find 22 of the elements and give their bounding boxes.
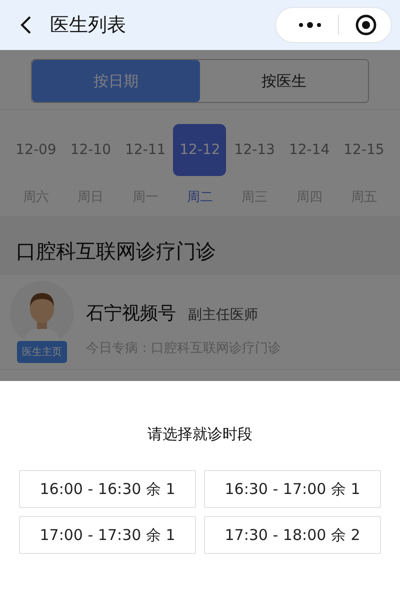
- time-slot-button[interactable]: 17:00 - 17:30 余 1: [19, 516, 196, 554]
- time-slot-button[interactable]: 16:00 - 16:30 余 1: [19, 470, 196, 508]
- doctor-title: 副主任医师: [188, 306, 258, 324]
- view-tab[interactable]: 按日期: [32, 60, 200, 102]
- page-title: 医生列表: [50, 13, 127, 38]
- time-slot-button[interactable]: 17:30 - 18:00 余 2: [204, 516, 381, 554]
- date-tab[interactable]: 12-09: [10, 124, 62, 176]
- date-tab[interactable]: 12-11: [118, 124, 172, 176]
- sheet-title: 请选择就诊时段: [148, 425, 252, 444]
- back-icon[interactable]: [20, 15, 32, 35]
- more-icon[interactable]: [298, 21, 322, 29]
- close-target-icon[interactable]: [355, 14, 377, 36]
- date-tab[interactable]: 12-14: [282, 124, 336, 176]
- date-tab[interactable]: 12-12: [173, 124, 226, 176]
- date-tab[interactable]: 12-13: [228, 124, 282, 176]
- date-tab[interactable]: 12-10: [64, 124, 118, 176]
- weekday-label: 周二: [186, 189, 213, 206]
- time-slot-button[interactable]: 16:30 - 17:00 余 1: [204, 470, 381, 508]
- doctor-homepage-button[interactable]: 医生主页: [17, 341, 67, 363]
- department-title: 口腔科互联网诊疗门诊: [0, 216, 400, 275]
- date-tab[interactable]: 12-15: [337, 124, 390, 176]
- doctor-name: 石宁视频号: [86, 302, 176, 325]
